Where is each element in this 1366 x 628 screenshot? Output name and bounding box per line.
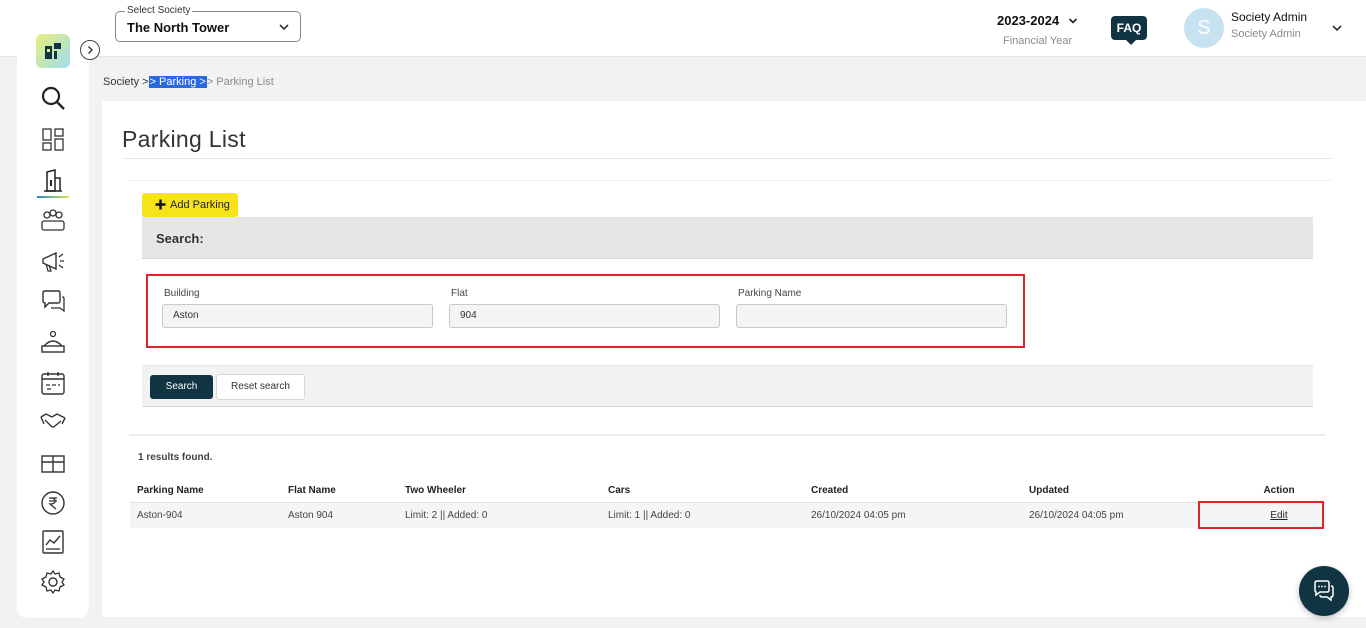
society-select-label: Select Society (125, 5, 193, 16)
column-header: Updated (1022, 479, 1232, 503)
breadcrumb-separator: > (139, 76, 149, 88)
add-parking-button[interactable]: Add Parking (142, 193, 238, 217)
sidebar-toggle-button[interactable] (80, 40, 100, 60)
table-header-row: Parking Name Flat Name Two Wheeler Cars … (130, 479, 1326, 503)
settings-gear-icon[interactable] (39, 568, 67, 596)
chat-icon[interactable] (39, 287, 67, 315)
results-count: 1 results found. (138, 452, 213, 463)
edit-highlight-box (1198, 501, 1324, 529)
app-logo[interactable] (36, 34, 70, 68)
column-header: Flat Name (281, 479, 398, 503)
column-header: Two Wheeler (398, 479, 601, 503)
filter-highlight-box: Building Aston Flat 904 Parking Name (146, 274, 1025, 348)
breadcrumb-current: > Parking List (206, 76, 274, 88)
search-actions-bar: Search Reset search (142, 365, 1313, 407)
flat-label: Flat (451, 288, 468, 299)
user-role: Society Admin (1231, 28, 1301, 40)
search-icon[interactable] (39, 84, 67, 112)
cell-parking-name: Aston-904 (130, 502, 281, 528)
faq-button[interactable]: FAQ (1111, 16, 1147, 45)
column-header: Parking Name (130, 479, 281, 503)
building-label: Building (164, 288, 200, 299)
flat-input[interactable]: 904 (449, 304, 720, 328)
financial-year-value: 2023-2024 (997, 13, 1060, 28)
avatar[interactable]: S (1184, 8, 1224, 48)
service-icon[interactable] (39, 328, 67, 356)
society-select[interactable]: Select Society The North Tower (115, 5, 301, 42)
chevron-right-icon (88, 46, 93, 54)
parking-table: Parking Name Flat Name Two Wheeler Cars … (130, 479, 1326, 528)
parking-name-input[interactable] (736, 304, 1007, 328)
chat-bubbles-icon (1314, 580, 1334, 602)
cell-cars: Limit: 1 || Added: 0 (601, 502, 804, 528)
breadcrumb-parking[interactable]: > Parking > (148, 76, 207, 88)
breadcrumb-society[interactable]: Society (103, 76, 139, 88)
building-input[interactable]: Aston (162, 304, 433, 328)
cell-two-wheeler: Limit: 2 || Added: 0 (398, 502, 601, 528)
parking-name-filter: Parking Name (736, 288, 1008, 328)
gift-icon[interactable] (39, 448, 67, 476)
logo-mark-icon (45, 43, 61, 59)
cell-created: 26/10/2024 04:05 pm (804, 502, 1022, 528)
active-nav-indicator (37, 196, 69, 198)
cell-flat-name: Aston 904 (281, 502, 398, 528)
divider (129, 180, 1333, 181)
flat-filter: Flat 904 (449, 288, 721, 328)
handshake-icon[interactable] (39, 407, 67, 435)
financial-year-label: Financial Year (1003, 35, 1073, 47)
parking-name-label: Parking Name (738, 288, 802, 299)
rupee-icon[interactable] (39, 489, 67, 517)
user-name[interactable]: Society Admin (1231, 10, 1307, 24)
search-panel-header: Search: (142, 217, 1313, 259)
add-parking-label: Add Parking (170, 199, 230, 211)
divider (122, 158, 1333, 159)
reset-search-button[interactable]: Reset search (216, 374, 305, 400)
society-select-value: The North Tower (127, 20, 230, 35)
financial-year-select[interactable]: 2023-2024 (997, 12, 1078, 30)
building-filter: Building Aston (162, 288, 434, 328)
members-icon[interactable] (39, 206, 67, 234)
report-chart-icon[interactable] (39, 528, 67, 556)
chevron-down-icon (279, 24, 289, 31)
search-button[interactable]: Search (150, 375, 213, 399)
sidebar (17, 14, 89, 618)
page-title: Parking List (122, 126, 246, 152)
chevron-down-icon (1068, 18, 1077, 24)
breadcrumb: Society >> Parking >> Parking List (103, 76, 274, 88)
column-header: Action (1232, 479, 1326, 503)
table-row: Aston-904 Aston 904 Limit: 2 || Added: 0… (130, 502, 1326, 528)
divider (129, 434, 1325, 436)
column-header: Cars (601, 479, 804, 503)
main-card: Parking List Add Parking Search: Buildin… (102, 101, 1366, 617)
announcement-icon[interactable] (39, 247, 67, 275)
support-chat-button[interactable] (1299, 566, 1349, 616)
plus-icon (155, 199, 166, 210)
chevron-down-icon[interactable] (1331, 22, 1343, 34)
search-heading: Search: (156, 231, 204, 246)
column-header: Created (804, 479, 1022, 503)
top-header: Select Society The North Tower 2023-2024… (0, 0, 1366, 57)
building-icon[interactable] (39, 166, 67, 194)
dashboard-icon[interactable] (39, 125, 67, 153)
calendar-icon[interactable] (39, 369, 67, 397)
